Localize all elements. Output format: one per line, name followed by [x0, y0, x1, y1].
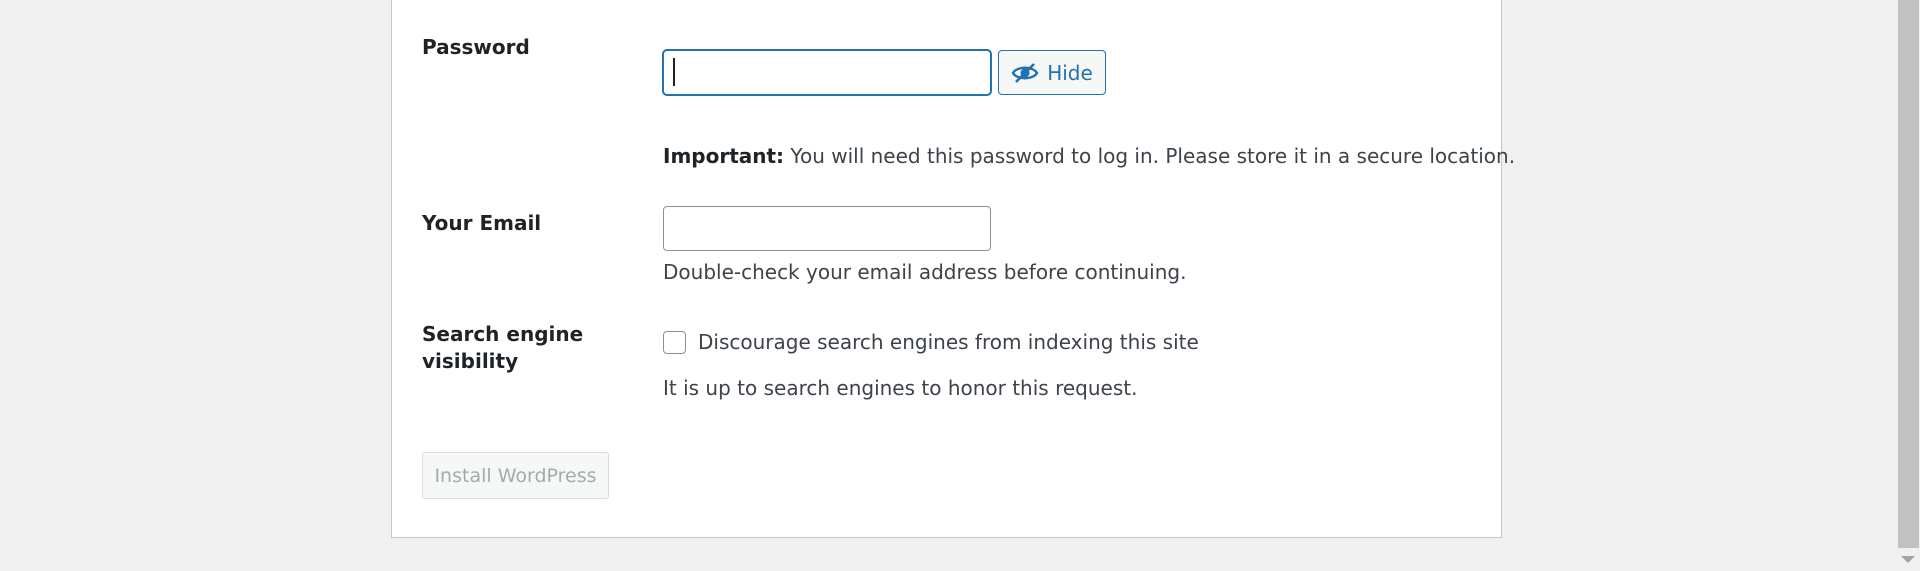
discourage-search-checkbox-label[interactable]: Discourage search engines from indexing … — [698, 329, 1199, 356]
hide-button-label: Hide — [1047, 60, 1093, 85]
search-visibility-label-line1: Search engine — [422, 322, 584, 346]
install-wordpress-button[interactable]: Install WordPress — [422, 452, 609, 499]
eye-slash-icon — [1011, 62, 1039, 84]
email-input[interactable] — [663, 206, 991, 251]
password-important-note: Important: You will need this password t… — [663, 143, 1515, 170]
email-description: Double-check your email address before c… — [663, 260, 1187, 284]
scroll-down-arrow-icon[interactable] — [1901, 556, 1915, 563]
search-visibility-label-line2: visibility — [422, 349, 519, 373]
password-label: Password — [422, 35, 530, 59]
important-text: You will need this password to log in. P… — [784, 144, 1516, 168]
hide-password-button[interactable]: Hide — [998, 50, 1106, 95]
password-input[interactable] — [663, 50, 991, 95]
discourage-search-checkbox[interactable] — [663, 331, 686, 354]
text-caret — [673, 58, 675, 86]
scrollbar-thumb[interactable] — [1898, 0, 1919, 548]
important-prefix: Important: — [663, 144, 785, 168]
page: Password Hide Important: You will need t… — [0, 0, 1920, 571]
search-visibility-description: It is up to search engines to honor this… — [663, 376, 1138, 400]
email-label: Your Email — [422, 211, 542, 235]
